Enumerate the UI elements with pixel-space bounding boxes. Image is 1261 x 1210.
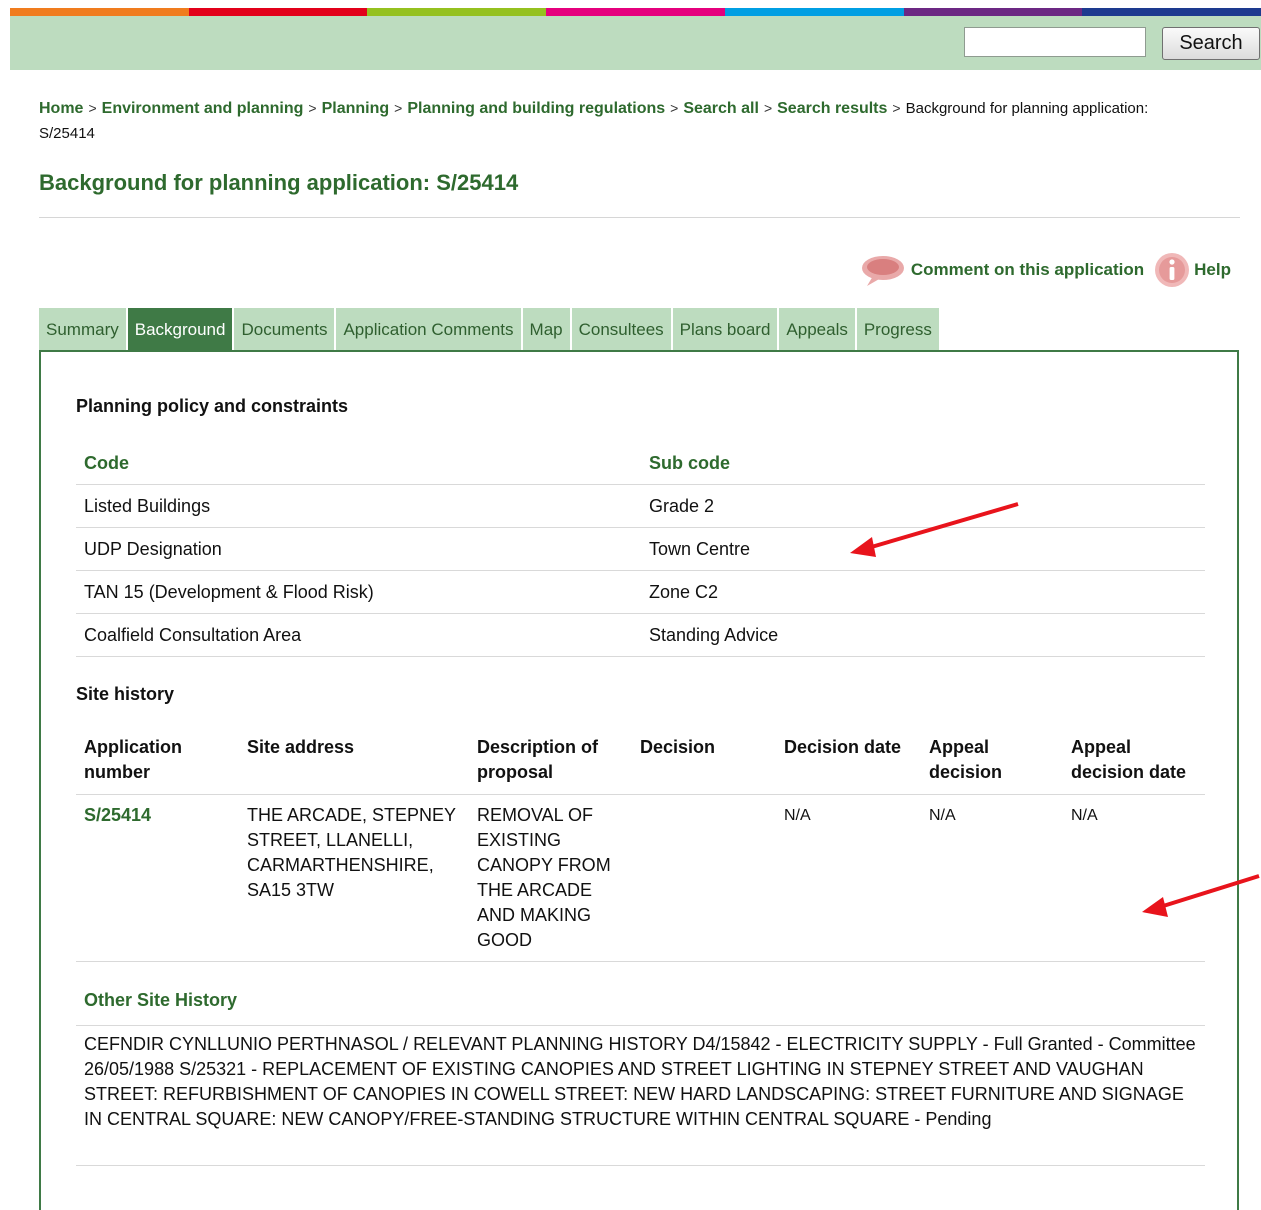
annotation-arrow: [850, 502, 1019, 557]
annotation-arrows: [850, 502, 1260, 917]
annotation-arrow: [1142, 874, 1260, 917]
